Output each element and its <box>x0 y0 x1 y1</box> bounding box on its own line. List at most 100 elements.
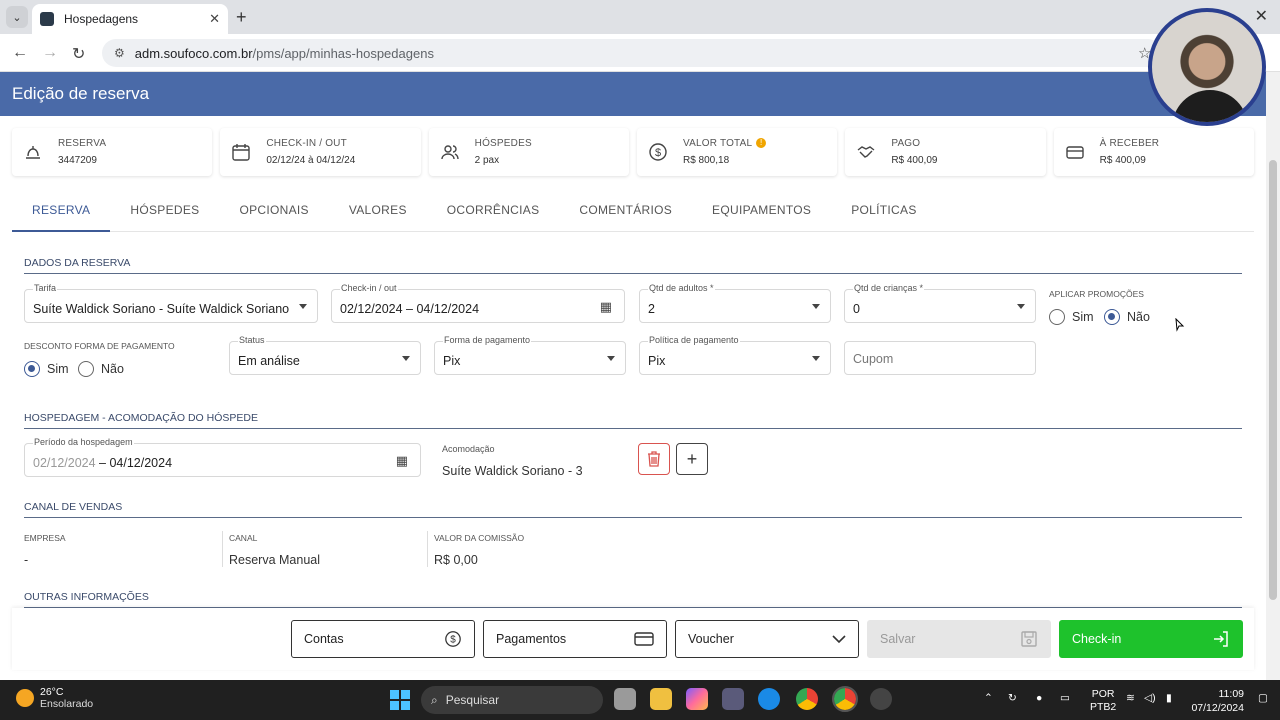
tab-list-button[interactable]: ⌄ <box>6 6 28 28</box>
dollar-icon: $ <box>647 141 669 163</box>
close-tab-icon[interactable]: ✕ <box>209 11 220 27</box>
checkin-out-field[interactable]: Check-in / out 02/12/2024 – 04/12/2024 ▦ <box>331 283 625 323</box>
tab-reserva[interactable]: RESERVA <box>12 192 111 232</box>
sun-icon <box>16 689 34 707</box>
tab-comentarios[interactable]: COMENTÁRIOS <box>559 192 692 232</box>
promocoes-nao-radio[interactable]: Não <box>1104 309 1150 325</box>
comissao-label: VALOR DA COMISSÃO <box>434 533 525 543</box>
reservation-tabs: RESERVA HÓSPEDES OPCIONAIS VALORES OCORR… <box>12 192 1254 232</box>
tarifa-select[interactable]: Tarifa Suíte Waldick Soriano - Suíte Wal… <box>24 283 318 323</box>
credit-card-icon <box>1064 141 1086 163</box>
task-view-icon[interactable] <box>614 688 636 710</box>
card-a-receber: À RECEBER R$ 400,09 <box>1053 128 1254 176</box>
clock[interactable]: 11:09 07/12/2024 <box>1190 687 1244 715</box>
desconto-sim-radio[interactable]: Sim <box>24 361 69 377</box>
card-checkin: CHECK-IN / OUT 02/12/24 à 04/12/24 <box>220 128 421 176</box>
wifi-icon[interactable]: ≋ <box>1126 692 1135 704</box>
reload-icon[interactable]: ↻ <box>72 44 85 64</box>
calendar-icon[interactable]: ▦ <box>600 299 612 315</box>
webcam-overlay <box>1148 8 1266 126</box>
chevron-down-icon <box>607 356 615 361</box>
window-close-icon[interactable]: ✕ <box>1255 6 1268 26</box>
pagamentos-button[interactable]: Pagamentos <box>483 620 667 658</box>
back-icon[interactable]: ← <box>12 44 28 62</box>
empresa-label: EMPRESA <box>24 533 66 543</box>
battery-icon[interactable]: ▮ <box>1166 692 1172 704</box>
new-tab-icon[interactable]: + <box>236 7 247 28</box>
section-hospedagem: HOSPEDAGEM - ACOMODAÇÃO DO HÓSPEDE <box>24 412 1242 429</box>
mouse-cursor-icon <box>1175 318 1185 332</box>
obs-icon[interactable] <box>870 688 892 710</box>
periodo-hospedagem-field[interactable]: Período da hospedagem 02/12/2024 – 04/12… <box>24 437 421 477</box>
tab-hospedes[interactable]: HÓSPEDES <box>110 192 219 232</box>
windows-start-icon[interactable] <box>390 690 410 710</box>
criancas-select[interactable]: Qtd de crianças * 0 <box>844 283 1036 323</box>
url-input[interactable]: ⚙ adm.soufoco.com.br /pms/app/minhas-hos… <box>102 39 1162 67</box>
checkin-button[interactable]: Check-in <box>1059 620 1243 658</box>
copilot-icon[interactable] <box>686 688 708 710</box>
trash-icon <box>648 451 660 467</box>
chevron-down-icon <box>299 304 307 309</box>
add-acomodacao-button[interactable]: + <box>676 443 708 475</box>
chrome-active-icon[interactable] <box>832 686 858 712</box>
handshake-icon <box>855 141 877 163</box>
taskbar-search[interactable]: ⌕ Pesquisar <box>421 686 603 714</box>
windows-taskbar: 26°C Ensolarado ⌕ Pesquisar ⌃ ↻ ● ▭ POR … <box>0 680 1280 720</box>
comissao-value: R$ 0,00 <box>434 553 478 567</box>
device-icon[interactable]: ▭ <box>1060 692 1070 704</box>
politica-pagamento-select[interactable]: Política de pagamento Pix <box>639 335 831 375</box>
calendar-icon[interactable]: ▦ <box>396 453 408 469</box>
desconto-nao-radio[interactable]: Não <box>78 361 124 377</box>
tab-title: Hospedagens <box>64 12 139 26</box>
adultos-select[interactable]: Qtd de adultos * 2 <box>639 283 831 323</box>
voucher-dropdown-button[interactable]: Voucher <box>675 620 859 658</box>
desconto-label: DESCONTO FORMA DE PAGAMENTO <box>24 341 175 351</box>
volume-icon[interactable]: ◁) <box>1144 692 1156 704</box>
card-pago: PAGO R$ 400,09 <box>845 128 1046 176</box>
chevron-down-icon <box>812 356 820 361</box>
url-path: /pms/app/minhas-hospedagens <box>252 45 434 61</box>
chevron-down-icon <box>832 635 846 644</box>
card-hospedes: HÓSPEDES 2 pax <box>428 128 629 176</box>
section-canal-vendas: CANAL DE VENDAS <box>24 501 1242 518</box>
tab-equipamentos[interactable]: EQUIPAMENTOS <box>692 192 831 232</box>
snipping-tool-icon[interactable] <box>722 688 744 710</box>
file-explorer-icon[interactable] <box>650 688 672 710</box>
credit-card-icon <box>634 632 654 646</box>
contas-button[interactable]: Contas $ <box>291 620 475 658</box>
delete-acomodacao-button[interactable] <box>638 443 670 475</box>
tab-opcionais[interactable]: OPCIONAIS <box>219 192 328 232</box>
sync-icon[interactable]: ↻ <box>1008 692 1017 704</box>
forward-icon[interactable]: → <box>42 44 58 62</box>
summary-cards: RESERVA 3447209 CHECK-IN / OUT 02/12/24 à … <box>12 128 1254 176</box>
browser-tab[interactable]: Hospedagens ✕ <box>32 4 228 34</box>
acomodacao-label: Acomodação <box>442 444 495 454</box>
people-icon <box>439 141 461 163</box>
chevron-down-icon <box>402 356 410 361</box>
cupom-input[interactable]: Cupom <box>844 341 1036 375</box>
microphone-icon[interactable]: ● <box>1036 692 1042 704</box>
tab-valores[interactable]: VALORES <box>329 192 427 232</box>
app-header: Edição de reserva <box>0 72 1280 116</box>
language-indicator[interactable]: POR PTB2 <box>1090 688 1116 714</box>
search-icon: ⌕ <box>431 692 438 707</box>
edge-icon[interactable] <box>758 688 780 710</box>
canal-value: Reserva Manual <box>229 553 321 567</box>
page-scrollbar[interactable] <box>1266 72 1280 680</box>
salvar-button[interactable]: Salvar <box>867 620 1051 658</box>
info-icon[interactable]: ! <box>756 138 767 149</box>
svg-text:$: $ <box>450 635 456 646</box>
weather-widget[interactable]: 26°C Ensolarado <box>16 686 93 710</box>
promocoes-sim-radio[interactable]: Sim <box>1049 309 1094 325</box>
tab-politicas[interactable]: POLÍTICAS <box>831 192 936 232</box>
chrome-icon[interactable] <box>796 688 818 710</box>
tab-ocorrencias[interactable]: OCORRÊNCIAS <box>427 192 560 232</box>
svg-text:$: $ <box>655 147 661 159</box>
address-bar: ← → ↻ ⚙ adm.soufoco.com.br /pms/app/minh… <box>0 34 1280 72</box>
notification-icon[interactable]: ▢ <box>1258 692 1268 704</box>
forma-pagamento-select[interactable]: Forma de pagamento Pix <box>434 335 626 375</box>
chevron-down-icon <box>1017 304 1025 309</box>
chevron-up-icon[interactable]: ⌃ <box>984 692 993 704</box>
status-select[interactable]: Status Em análise <box>229 335 421 375</box>
site-info-icon[interactable]: ⚙ <box>114 46 125 60</box>
